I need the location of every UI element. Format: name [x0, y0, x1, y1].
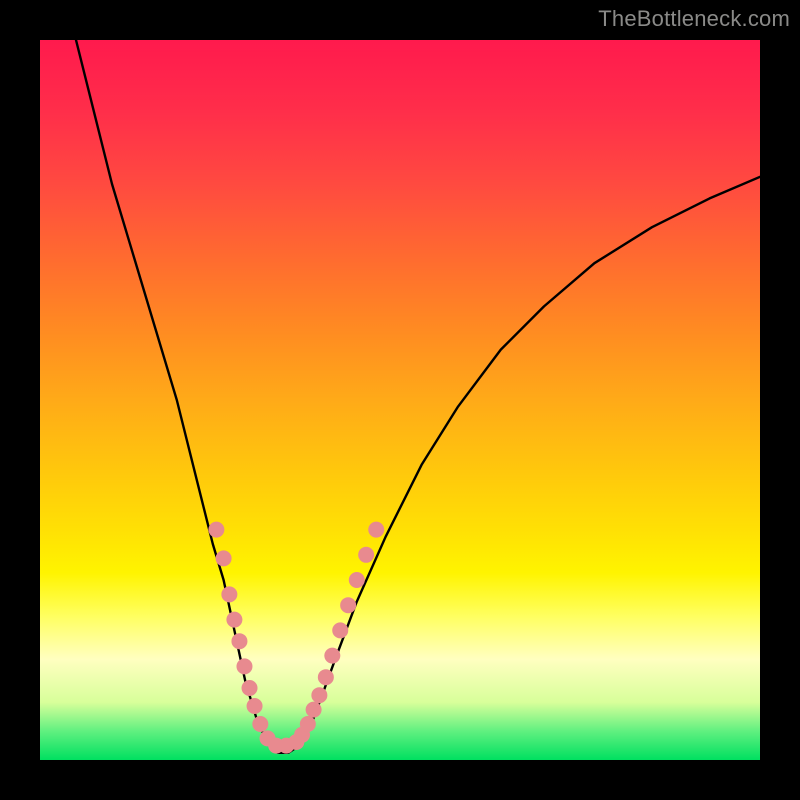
plot-area: [40, 40, 760, 760]
chart-stage: TheBottleneck.com: [0, 0, 800, 800]
marker-dot: [300, 716, 316, 732]
marker-dot: [318, 669, 334, 685]
marker-dot: [358, 547, 374, 563]
marker-dot: [231, 633, 247, 649]
watermark-text: TheBottleneck.com: [598, 6, 790, 32]
marker-dot: [242, 680, 258, 696]
marker-dot: [368, 522, 384, 538]
marker-layer: [40, 40, 760, 760]
marker-dot: [221, 586, 237, 602]
marker-dot: [247, 698, 263, 714]
marker-dot: [324, 648, 340, 664]
marker-dot: [236, 658, 252, 674]
marker-dot: [349, 572, 365, 588]
marker-dot: [340, 597, 356, 613]
marker-group: [208, 522, 384, 754]
marker-dot: [216, 550, 232, 566]
marker-dot: [311, 687, 327, 703]
marker-dot: [332, 622, 348, 638]
marker-dot: [208, 522, 224, 538]
marker-dot: [226, 612, 242, 628]
marker-dot: [252, 716, 268, 732]
marker-dot: [306, 702, 322, 718]
